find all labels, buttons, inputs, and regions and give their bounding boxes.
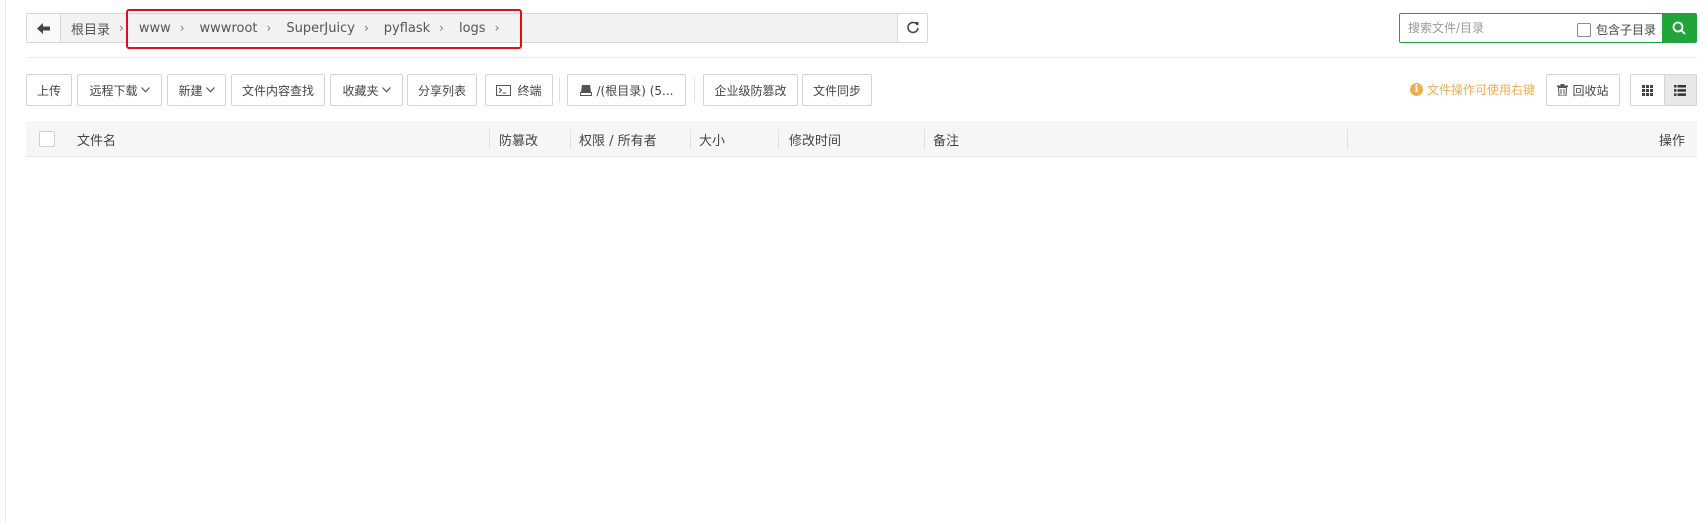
column-divider [489, 129, 490, 149]
column-label: 修改时间 [789, 133, 842, 149]
content-search-label: 文件内容查找 [241, 83, 314, 98]
path-bar: 根目录 › www › wwwroot › SuperJuicy › pyflask › … [26, 13, 928, 43]
breadcrumb-label: www [138, 20, 171, 36]
disk-label: /(根目录) (5... [596, 83, 674, 98]
refresh-button[interactable] [897, 14, 927, 42]
column-tamper-proof: 防篡改 [499, 121, 538, 157]
content-search-button[interactable]: 文件内容查找 [231, 74, 325, 106]
info-icon: i [1410, 83, 1423, 96]
new-label: 新建 [178, 83, 203, 98]
right-click-tip: i 文件操作可使用右键 [1410, 81, 1535, 98]
column-modified-time[interactable]: 修改时间 [789, 121, 841, 157]
breadcrumb-label: logs [458, 20, 486, 36]
column-label: 文件名 [77, 133, 117, 149]
grid-icon [1641, 84, 1653, 96]
column-remarks: 备注 [933, 121, 959, 157]
terminal-icon [496, 84, 512, 96]
chevron-down-icon [381, 87, 391, 93]
column-divider [924, 129, 925, 149]
column-label: 防篡改 [499, 133, 539, 149]
upload-button[interactable]: 上传 [26, 74, 72, 106]
refresh-icon [906, 21, 919, 34]
breadcrumb-item-superjuicy[interactable]: SuperJuicy › [271, 14, 368, 42]
remote-download-label: 远程下载 [89, 83, 138, 98]
breadcrumb-item-logs[interactable]: logs › [444, 14, 499, 42]
favorites-label: 收藏夹 [342, 83, 379, 98]
column-label: 权限 / 所有者 [579, 133, 657, 149]
back-button[interactable] [27, 14, 61, 42]
include-subdir-toggle[interactable]: 包含子目录 [1577, 21, 1656, 38]
share-list-label: 分享列表 [417, 83, 466, 98]
breadcrumb-item-pyflask[interactable]: pyflask › [369, 14, 444, 42]
include-subdir-checkbox[interactable] [1577, 22, 1591, 37]
list-view-button[interactable] [1663, 75, 1696, 105]
breadcrumb-label: pyflask [383, 20, 431, 36]
toolbar-divider [694, 78, 695, 102]
include-subdir-label: 包含子目录 [1596, 23, 1657, 37]
breadcrumb-item-www[interactable]: www › [124, 14, 185, 42]
search-icon [1672, 21, 1686, 35]
breadcrumb-item-root[interactable]: 根目录 › [61, 14, 124, 42]
file-sync-button[interactable]: 文件同步 [802, 74, 872, 106]
tamper-proof-label: 企业级防篡改 [714, 83, 787, 98]
toolbar-divider [559, 78, 560, 102]
terminal-button[interactable]: 终端 [485, 74, 553, 106]
new-button[interactable]: 新建 [167, 74, 226, 106]
upload-label: 上传 [36, 83, 61, 98]
column-label: 备注 [933, 133, 960, 149]
recycle-bin-label: 回收站 [1572, 83, 1609, 98]
terminal-label: 终端 [517, 83, 542, 98]
file-table-header: 文件名 防篡改 权限 / 所有者 大小 修改时间 备注 操作 [26, 121, 1697, 157]
column-actions: 操作 [1659, 121, 1685, 157]
tamper-proof-button[interactable]: 企业级防篡改 [703, 74, 798, 106]
column-divider [778, 129, 779, 149]
column-filename[interactable]: 文件名 [77, 121, 116, 157]
remote-download-button[interactable]: 远程下载 [77, 74, 162, 106]
breadcrumb: 根目录 › www › wwwroot › SuperJuicy › pyflask › … [61, 14, 499, 42]
chevron-down-icon [205, 87, 215, 93]
header-divider [26, 57, 1697, 58]
chevron-down-icon [140, 87, 150, 93]
recycle-bin-button[interactable]: 回收站 [1546, 74, 1620, 106]
favorites-button[interactable]: 收藏夹 [330, 74, 403, 106]
select-all-checkbox[interactable] [39, 131, 55, 147]
trash-icon [1557, 84, 1569, 96]
chevron-right-icon: › [494, 21, 500, 35]
view-mode-switch [1630, 74, 1697, 106]
file-sync-label: 文件同步 [812, 83, 861, 98]
list-icon [1674, 84, 1687, 96]
column-size[interactable]: 大小 [699, 121, 725, 157]
column-label: 大小 [699, 133, 726, 149]
column-divider [1347, 129, 1348, 149]
disk-icon [579, 84, 592, 96]
search-input[interactable] [1400, 14, 1565, 42]
tip-text: 文件操作可使用右键 [1427, 83, 1536, 97]
breadcrumb-label: SuperJuicy [286, 20, 355, 36]
search-button[interactable] [1662, 14, 1696, 42]
column-permission-owner[interactable]: 权限 / 所有者 [579, 121, 657, 157]
breadcrumb-label: 根目录 [71, 22, 111, 38]
breadcrumb-item-wwwroot[interactable]: wwwroot › [185, 14, 272, 42]
left-border [5, 0, 6, 523]
column-divider [690, 129, 691, 149]
search-box: 包含子目录 [1399, 13, 1697, 43]
disk-select-button[interactable]: /(根目录) (5... [567, 74, 686, 106]
column-divider [570, 129, 571, 149]
arrow-left-icon [37, 22, 50, 34]
breadcrumb-label: wwwroot [199, 20, 258, 36]
grid-view-button[interactable] [1631, 75, 1664, 105]
column-label: 操作 [1658, 133, 1685, 149]
share-list-button[interactable]: 分享列表 [407, 74, 477, 106]
